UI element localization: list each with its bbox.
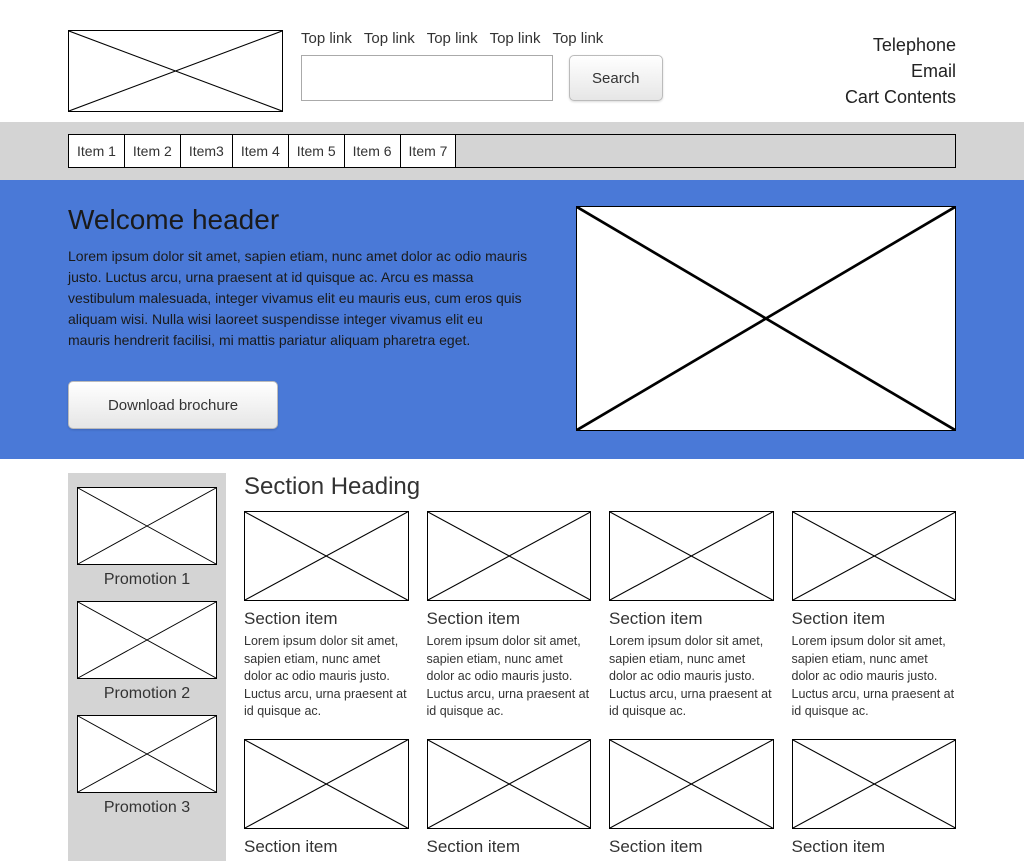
promo-label-1: Promotion 1 (104, 571, 190, 589)
header-email[interactable]: Email (845, 58, 956, 84)
welcome-text: Lorem ipsum dolor sit amet, sapien etiam… (68, 246, 528, 351)
section-card[interactable]: Section item Lorem ipsum dolor sit amet,… (244, 511, 409, 721)
nav-item-1[interactable]: Item 1 (69, 135, 125, 167)
section-card[interactable]: Section item (427, 739, 592, 861)
promo-image-3[interactable] (77, 715, 217, 793)
card-text: Lorem ipsum dolor sit amet, sapien etiam… (609, 633, 774, 721)
promo-label-3: Promotion 3 (104, 799, 190, 817)
section-card[interactable]: Section item Lorem ipsum dolor sit amet,… (609, 511, 774, 721)
nav-item-2[interactable]: Item 2 (125, 135, 181, 167)
top-link-5[interactable]: Top link (552, 30, 603, 47)
card-image (427, 739, 592, 829)
card-image (792, 739, 957, 829)
section-card[interactable]: Section item (792, 739, 957, 861)
section-heading: Section Heading (244, 473, 956, 501)
section-card[interactable]: Section item Lorem ipsum dolor sit amet,… (792, 511, 957, 721)
download-brochure-button[interactable]: Download brochure (68, 381, 278, 429)
nav-item-4[interactable]: Item 4 (233, 135, 289, 167)
top-link-2[interactable]: Top link (364, 30, 415, 47)
nav-item-6[interactable]: Item 6 (345, 135, 401, 167)
hero-image-placeholder (576, 206, 956, 431)
nav-item-5[interactable]: Item 5 (289, 135, 345, 167)
card-title: Section item (792, 609, 957, 629)
section-card[interactable]: Section item (609, 739, 774, 861)
card-title: Section item (609, 609, 774, 629)
top-link-4[interactable]: Top link (490, 30, 541, 47)
header-telephone[interactable]: Telephone (845, 32, 956, 58)
card-image (427, 511, 592, 601)
card-image (244, 511, 409, 601)
card-image (609, 739, 774, 829)
section-card[interactable]: Section item (244, 739, 409, 861)
search-input[interactable] (301, 55, 553, 101)
top-link-3[interactable]: Top link (427, 30, 478, 47)
logo-placeholder (68, 30, 283, 112)
card-title: Section item (427, 609, 592, 629)
card-text: Lorem ipsum dolor sit amet, sapien etiam… (244, 633, 409, 721)
promotions-sidebar: Promotion 1 Promotion 2 Promotion 3 (68, 473, 226, 861)
header-cart[interactable]: Cart Contents (845, 84, 956, 110)
card-image (792, 511, 957, 601)
search-button[interactable]: Search (569, 55, 663, 101)
top-link-1[interactable]: Top link (301, 30, 352, 47)
promo-image-2[interactable] (77, 601, 217, 679)
main-nav: Item 1 Item 2 Item3 Item 4 Item 5 Item 6… (68, 134, 956, 168)
nav-item-7[interactable]: Item 7 (401, 135, 457, 167)
card-text: Lorem ipsum dolor sit amet, sapien etiam… (792, 633, 957, 721)
card-text: Lorem ipsum dolor sit amet, sapien etiam… (427, 633, 592, 721)
welcome-heading: Welcome header (68, 204, 536, 236)
nav-item-3[interactable]: Item3 (181, 135, 233, 167)
card-image (609, 511, 774, 601)
card-title: Section item (244, 609, 409, 629)
section-card[interactable]: Section item Lorem ipsum dolor sit amet,… (427, 511, 592, 721)
card-image (244, 739, 409, 829)
promo-image-1[interactable] (77, 487, 217, 565)
promo-label-2: Promotion 2 (104, 685, 190, 703)
